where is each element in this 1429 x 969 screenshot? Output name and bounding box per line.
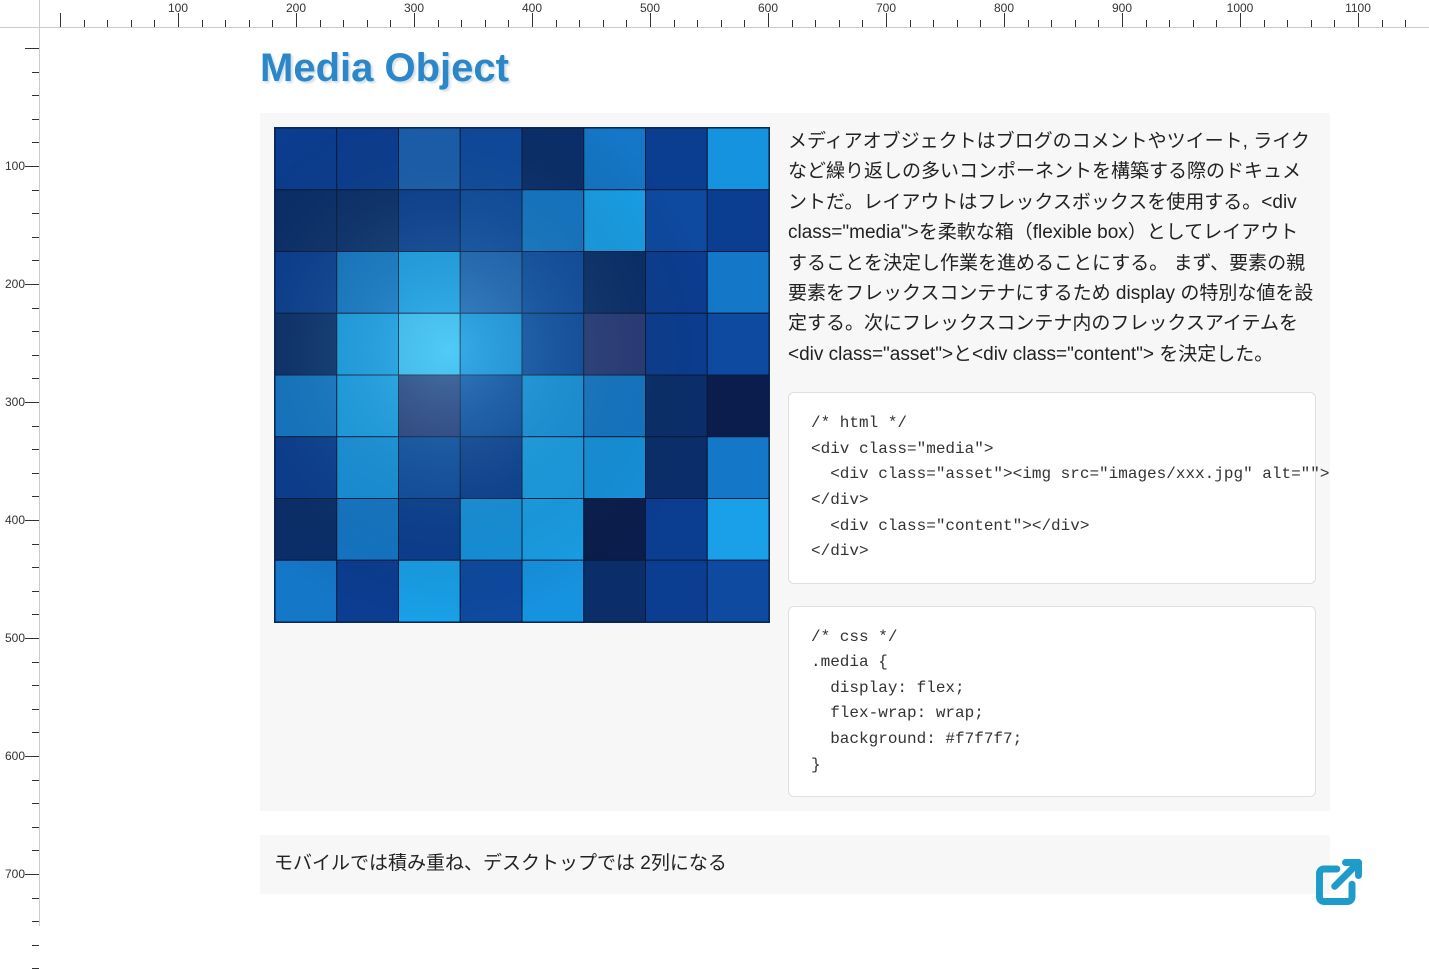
- paragraph-1: メディアオブジェクトはブログのコメントやツイート, ライクなど繰り返しの多いコン…: [788, 127, 1316, 370]
- code-block-html[interactable]: /* html */ <div class="media"> <div clas…: [788, 392, 1316, 584]
- ruler-v-label: 300: [5, 395, 25, 409]
- ruler-v-label: 600: [5, 749, 25, 763]
- tile-image: [274, 127, 770, 623]
- ruler-vertical: 100 200 300 400 500 600 700: [0, 28, 40, 926]
- ruler-h-label: 800: [994, 1, 1014, 15]
- media-content: メディアオブジェクトはブログのコメントやツイート, ライクなど繰り返しの多いコン…: [788, 127, 1316, 797]
- ruler-v-label: 100: [5, 159, 25, 173]
- ruler-v-label: 500: [5, 631, 25, 645]
- ruler-h-label: 100: [168, 1, 188, 15]
- media-asset: [274, 127, 770, 797]
- code-block-css[interactable]: /* css */ .media { display: flex; flex-w…: [788, 606, 1316, 798]
- page-body: Media Object メディアオブジェクトはブログのコメントやツイート, ラ…: [260, 46, 1330, 894]
- page-title: Media Object: [260, 46, 1330, 91]
- ruler-h-label: 1100: [1345, 1, 1371, 15]
- ruler-h-label: 900: [1112, 1, 1132, 15]
- ruler-v-label: 700: [5, 867, 25, 881]
- ruler-h-label: 700: [876, 1, 896, 15]
- ruler-h-label: 1000: [1227, 1, 1254, 15]
- ruler-h-label: 600: [758, 1, 778, 15]
- ruler-h-label: 400: [522, 1, 542, 15]
- paragraph-2: モバイルでは積み重ね、デスクトップでは 2列になる: [274, 849, 794, 879]
- ruler-v-label: 200: [5, 277, 25, 291]
- ruler-horizontal: 100 200 300 400 500 600 700 800 900 1000 1100: [40, 0, 1429, 28]
- second-section: モバイルでは積み重ね、デスクトップでは 2列になる: [260, 835, 1330, 893]
- ruler-v-label: 400: [5, 513, 25, 527]
- canvas-area: Media Object メディアオブジェクトはブログのコメントやツイート, ラ…: [40, 28, 1429, 926]
- media-object: メディアオブジェクトはブログのコメントやツイート, ライクなど繰り返しの多いコン…: [260, 113, 1330, 811]
- ruler-h-label: 300: [404, 1, 424, 15]
- ruler-h-label: 500: [640, 1, 660, 15]
- open-external-icon[interactable]: [1313, 856, 1365, 908]
- ruler-corner: [0, 0, 40, 28]
- ruler-h-label: 200: [286, 1, 306, 15]
